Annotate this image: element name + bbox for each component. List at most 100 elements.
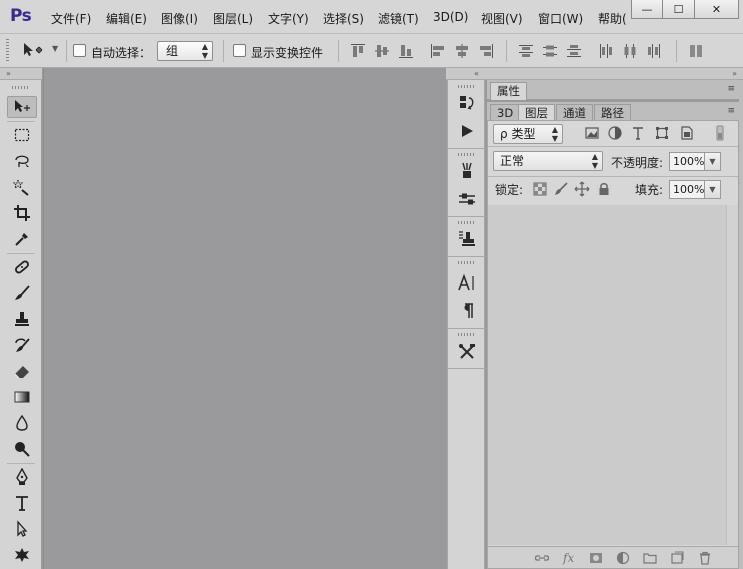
auto-select-target-select[interactable]: 组 ▲ ▼ bbox=[157, 41, 213, 61]
filter-toggle-icon[interactable] bbox=[712, 125, 728, 141]
align-bottom-icon[interactable] bbox=[398, 43, 414, 59]
options-bar-grip[interactable] bbox=[6, 39, 9, 63]
blur-tool-button[interactable] bbox=[7, 412, 37, 434]
dock-grip[interactable] bbox=[458, 261, 476, 264]
layers-list[interactable] bbox=[488, 205, 738, 545]
panel-menu-icon[interactable]: ≡ bbox=[727, 84, 735, 94]
crop-tool-button[interactable] bbox=[7, 202, 37, 224]
filter-smart-object-icon[interactable] bbox=[678, 125, 694, 141]
move-tool-icon[interactable] bbox=[22, 42, 48, 62]
menu-filter[interactable]: 滤镜(T) bbox=[378, 10, 419, 27]
maximize-button[interactable]: ☐ bbox=[663, 0, 695, 19]
custom-shape-tool-button[interactable] bbox=[7, 544, 37, 566]
search-icon: ρ bbox=[500, 127, 508, 141]
distribute-left-icon[interactable] bbox=[598, 43, 614, 59]
toolbar-header[interactable]: » bbox=[0, 68, 42, 80]
eraser-tool-button[interactable] bbox=[7, 360, 37, 382]
dock-grip[interactable] bbox=[458, 221, 476, 224]
clone-source-panel-button[interactable] bbox=[456, 228, 478, 250]
lock-all-icon[interactable] bbox=[596, 181, 612, 197]
distribute-top-icon[interactable] bbox=[518, 43, 534, 59]
distribute-hcenter-icon[interactable] bbox=[622, 43, 638, 59]
eyedropper-tool-button[interactable] bbox=[7, 228, 37, 250]
auto-align-icon[interactable] bbox=[688, 43, 704, 59]
fx-icon[interactable]: fx bbox=[563, 551, 577, 565]
fill-label: 填充: bbox=[635, 183, 664, 197]
dodge-tool-button[interactable] bbox=[7, 438, 37, 460]
toolbar-grip[interactable] bbox=[12, 86, 30, 89]
document-canvas-area[interactable] bbox=[43, 68, 446, 569]
layer-filter-select[interactable]: ρ 类型 ▲ ▼ bbox=[493, 124, 563, 144]
menu-view[interactable]: 视图(V) bbox=[481, 10, 523, 27]
paragraph-panel-button[interactable] bbox=[456, 300, 478, 322]
type-tool-button[interactable] bbox=[7, 492, 37, 514]
tool-preset-arrow-icon[interactable]: ▼ bbox=[52, 44, 58, 53]
auto-select-checkbox[interactable] bbox=[73, 44, 86, 57]
opacity-dropdown-icon[interactable]: ▼ bbox=[705, 152, 721, 171]
menu-select[interactable]: 选择(S) bbox=[323, 10, 364, 27]
brush-tool-button[interactable] bbox=[7, 282, 37, 304]
menu-3d[interactable]: 3D(D) bbox=[433, 10, 468, 24]
link-layers-icon[interactable] bbox=[534, 551, 550, 565]
dock-grip[interactable] bbox=[458, 85, 476, 88]
add-mask-icon[interactable] bbox=[589, 551, 603, 565]
fill-dropdown-icon[interactable]: ▼ bbox=[705, 180, 721, 199]
filter-pixel-icon[interactable] bbox=[584, 125, 600, 141]
move-tool-button[interactable] bbox=[7, 96, 37, 118]
lock-transparency-icon[interactable] bbox=[532, 181, 548, 197]
new-layer-icon[interactable] bbox=[670, 551, 684, 565]
clone-stamp-tool-button[interactable] bbox=[7, 308, 37, 330]
healing-brush-tool-button[interactable] bbox=[7, 256, 37, 278]
layers-scrollbar[interactable] bbox=[726, 205, 738, 545]
delete-layer-icon[interactable] bbox=[698, 551, 712, 565]
lasso-tool-button[interactable] bbox=[7, 150, 37, 172]
dock-collapse-icon[interactable]: « bbox=[474, 68, 479, 79]
path-select-tool-button[interactable] bbox=[7, 518, 37, 540]
align-vcenter-icon[interactable] bbox=[374, 43, 390, 59]
close-button[interactable]: ✕ bbox=[695, 0, 739, 19]
quick-select-tool-button[interactable] bbox=[7, 176, 37, 198]
panel-menu-icon[interactable]: ≡ bbox=[727, 106, 735, 116]
menu-window[interactable]: 窗口(W) bbox=[538, 10, 583, 27]
brush-panel-button[interactable] bbox=[456, 188, 478, 210]
new-group-icon[interactable] bbox=[643, 551, 657, 565]
filter-type-icon[interactable] bbox=[630, 125, 646, 141]
menu-type[interactable]: 文字(Y) bbox=[268, 10, 309, 27]
blend-mode-select[interactable]: 正常 ▲ ▼ bbox=[493, 151, 603, 171]
align-right-icon[interactable] bbox=[478, 43, 494, 59]
bandage-icon bbox=[15, 260, 29, 274]
lock-pixels-icon[interactable] bbox=[553, 181, 569, 197]
actions-panel-button[interactable] bbox=[456, 120, 478, 142]
character-panel-button[interactable] bbox=[456, 272, 478, 294]
menu-help[interactable]: 帮助( bbox=[598, 10, 627, 27]
filter-adjustment-icon[interactable] bbox=[607, 125, 623, 141]
pen-tool-button[interactable] bbox=[7, 466, 37, 488]
tab-properties[interactable]: 属性 bbox=[490, 82, 527, 100]
menu-image[interactable]: 图像(I) bbox=[161, 10, 198, 27]
marquee-tool-button[interactable] bbox=[7, 124, 37, 146]
adjustment-layer-icon[interactable] bbox=[616, 551, 630, 565]
show-transform-checkbox[interactable] bbox=[233, 44, 246, 57]
lock-position-icon[interactable] bbox=[574, 181, 590, 197]
panel-expand-icon[interactable]: » bbox=[732, 68, 737, 79]
dock-grip[interactable] bbox=[458, 153, 476, 156]
align-top-icon[interactable] bbox=[350, 43, 366, 59]
history-brush-tool-button[interactable] bbox=[7, 334, 37, 356]
menu-file[interactable]: 文件(F) bbox=[51, 10, 91, 27]
align-left-icon[interactable] bbox=[430, 43, 446, 59]
fill-input[interactable]: 100% bbox=[669, 180, 705, 199]
filter-shape-icon[interactable] bbox=[654, 125, 670, 141]
gradient-tool-button[interactable] bbox=[7, 386, 37, 408]
dock-grip[interactable] bbox=[458, 333, 476, 336]
brush-presets-panel-button[interactable] bbox=[456, 160, 478, 182]
align-hcenter-icon[interactable] bbox=[454, 43, 470, 59]
distribute-right-icon[interactable] bbox=[646, 43, 662, 59]
minimize-button[interactable]: — bbox=[631, 0, 663, 19]
history-panel-button[interactable] bbox=[456, 92, 478, 114]
menu-layer[interactable]: 图层(L) bbox=[213, 10, 253, 27]
menu-edit[interactable]: 编辑(E) bbox=[106, 10, 147, 27]
tool-presets-panel-button[interactable] bbox=[456, 340, 478, 362]
distribute-vcenter-icon[interactable] bbox=[542, 43, 558, 59]
distribute-bottom-icon[interactable] bbox=[566, 43, 582, 59]
opacity-input[interactable]: 100% bbox=[669, 152, 705, 171]
